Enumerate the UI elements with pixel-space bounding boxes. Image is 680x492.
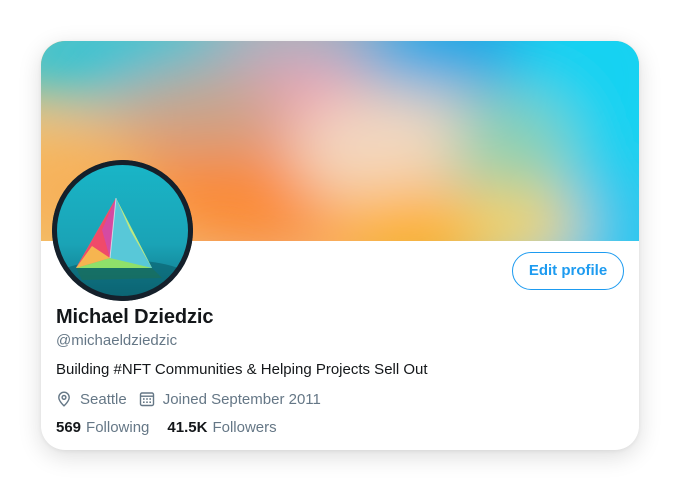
followers-link[interactable]: 41.5K Followers xyxy=(167,419,276,436)
joined-item: Joined September 2011 xyxy=(139,391,321,408)
profile-handle: @michaeldziedzic xyxy=(56,332,178,349)
joined-text: Joined September 2011 xyxy=(162,390,321,408)
following-count: 569 xyxy=(56,419,82,436)
profile-stats: 569 Following 41.5K Followers xyxy=(56,419,277,436)
location-pin-icon xyxy=(56,391,72,407)
followers-count: 41.5K xyxy=(167,419,208,436)
calendar-icon xyxy=(139,391,155,407)
profile-bio: Building #NFT Communities & Helping Proj… xyxy=(56,361,428,378)
following-link[interactable]: 569 Following xyxy=(56,419,149,436)
followers-label: Followers xyxy=(212,419,277,436)
profile-avatar[interactable] xyxy=(52,160,193,301)
profile-card: Edit profile Michael Dziedzic @michaeldz… xyxy=(41,41,639,450)
edit-profile-button[interactable]: Edit profile xyxy=(512,252,624,290)
profile-meta: Seattle Joined September 2011 xyxy=(56,389,321,409)
location-text: Seattle xyxy=(80,390,127,408)
following-label: Following xyxy=(86,419,150,436)
profile-name: Michael Dziedzic xyxy=(56,306,214,328)
location-item: Seattle xyxy=(56,391,127,408)
